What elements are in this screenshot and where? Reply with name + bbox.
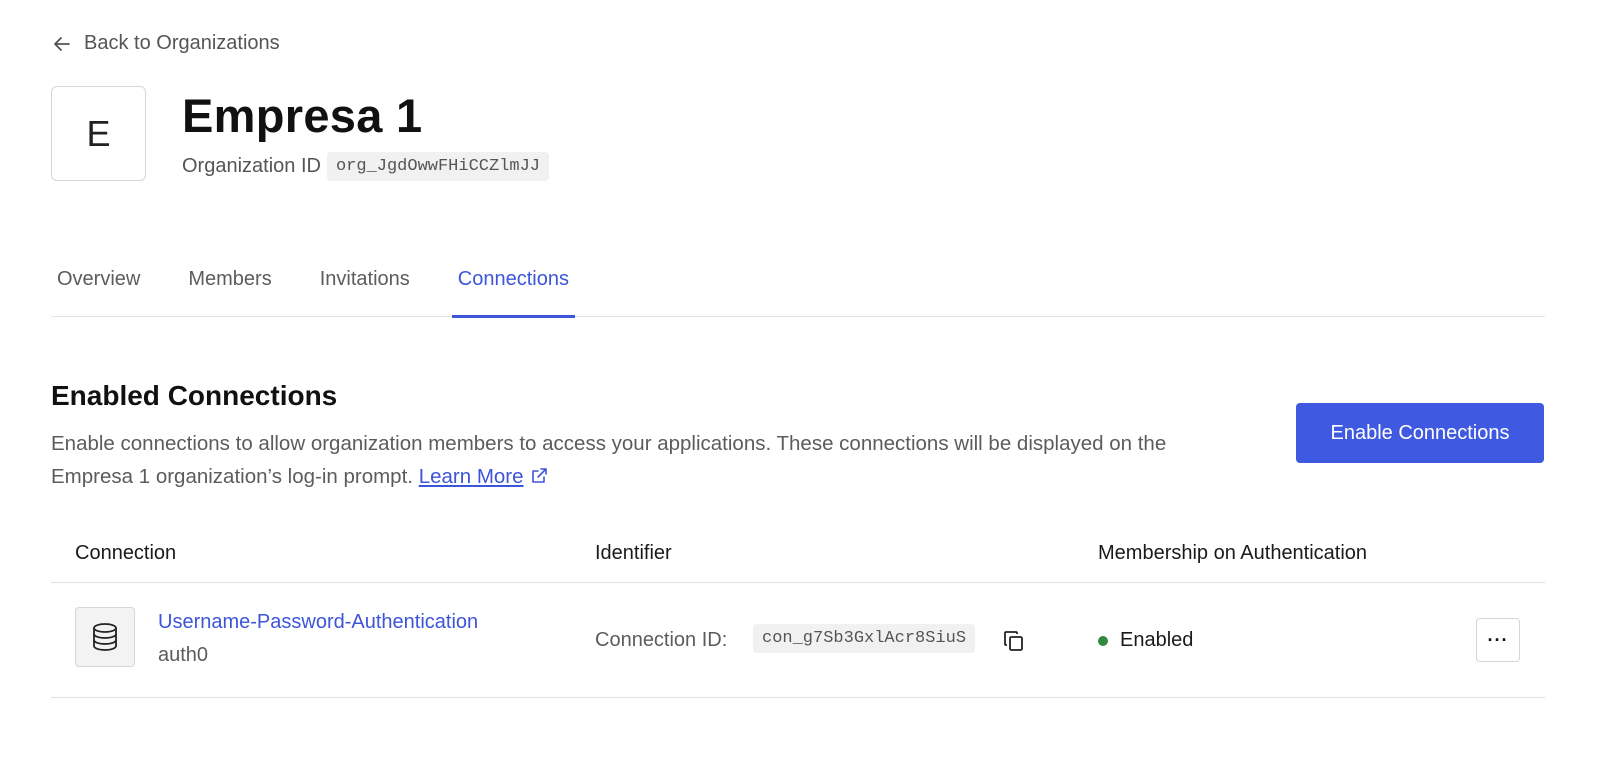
section-description: Enable connections to allow organization… (51, 427, 1251, 493)
more-horizontal-icon: ··· (1487, 629, 1509, 650)
tab-invitations[interactable]: Invitations (314, 258, 416, 317)
learn-more-link[interactable]: Learn More (419, 465, 524, 488)
learn-more-label: Learn More (418, 465, 524, 488)
status-dot (1098, 635, 1108, 646)
table-row: Username-Password-Authentication auth0 C… (51, 583, 1545, 698)
table-header: Connection Identifier Membership on Auth… (51, 532, 1545, 583)
org-id-row: Organization ID org_JgdOwwFHiCCZlmJJ (182, 152, 550, 181)
tab-connections[interactable]: Connections (451, 258, 576, 318)
org-id-value: org_JgdOwwFHiCCZlmJJ (326, 152, 550, 181)
tab-members[interactable]: Members (182, 258, 277, 317)
connection-id-label: Connection ID: (595, 629, 728, 651)
back-to-organizations-link[interactable]: Back to Organizations (52, 32, 280, 55)
connection-strategy: auth0 (158, 644, 209, 666)
status-label: Enabled (1120, 629, 1194, 651)
org-avatar: E (51, 86, 146, 181)
section-description-text: Enable connections to allow organization… (51, 432, 1167, 488)
tab-bar: Overview Members Invitations Connections (51, 258, 1545, 318)
connections-table: Connection Identifier Membership on Auth… (51, 532, 1545, 698)
database-icon (93, 623, 117, 651)
org-id-label: Organization ID (182, 155, 321, 177)
section-title: Enabled Connections (51, 380, 338, 411)
header-connection: Connection (75, 542, 177, 564)
connection-icon-box (75, 607, 135, 667)
header-membership: Membership on Authentication (1098, 542, 1368, 564)
external-link-icon (531, 468, 547, 483)
row-more-button[interactable]: ··· (1476, 618, 1520, 662)
connection-name-link[interactable]: Username-Password-Authentication (158, 611, 478, 634)
tab-overview[interactable]: Overview (51, 258, 146, 317)
connection-id-value: con_g7Sb3GxlAcr8SiuS (753, 624, 976, 653)
membership-status: Enabled (1098, 629, 1193, 652)
page-title: Empresa 1 (182, 89, 423, 142)
back-link-label: Back to Organizations (84, 32, 280, 54)
copy-icon[interactable] (1001, 628, 1027, 654)
arrow-left-icon (54, 36, 70, 51)
org-avatar-letter: E (86, 112, 111, 154)
enable-connections-button[interactable]: Enable Connections (1296, 403, 1544, 463)
header-identifier: Identifier (595, 542, 672, 564)
